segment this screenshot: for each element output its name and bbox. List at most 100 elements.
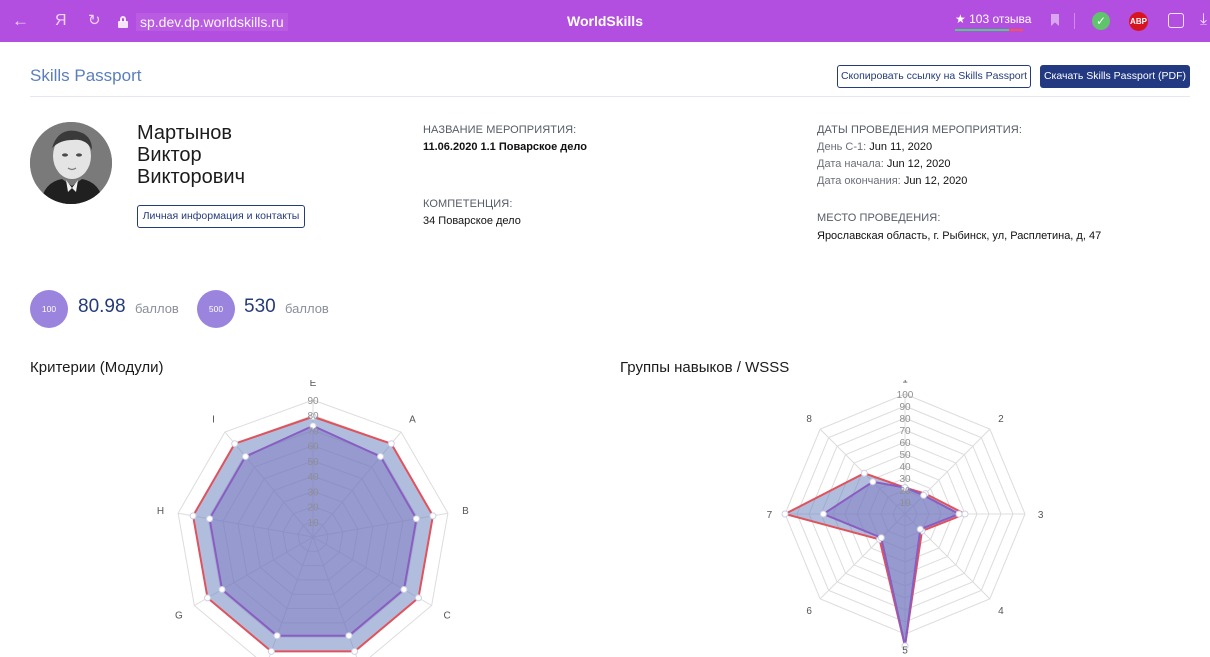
axis-category-label: 5 — [902, 646, 908, 657]
yandex-icon[interactable]: Я — [55, 12, 67, 30]
series-1-point — [961, 510, 969, 518]
series-1-point — [189, 512, 197, 520]
adblock-icon[interactable]: ABP — [1129, 12, 1148, 31]
score-value-500: 530 — [244, 296, 276, 317]
back-icon[interactable]: ← — [12, 12, 29, 30]
download-pdf-button[interactable]: Скачать Skills Passport (PDF) — [1040, 65, 1190, 88]
radial-tick-label: 80 — [307, 411, 319, 422]
axis-category-label: 6 — [806, 606, 812, 617]
radial-tick-label: 30 — [307, 487, 319, 498]
axis-category-label: E — [310, 380, 317, 389]
radial-tick-label: 90 — [899, 402, 911, 413]
axis-category-label: A — [409, 414, 416, 425]
person-first-name: Виктор — [137, 144, 202, 166]
avatar — [30, 122, 112, 204]
axis-category-label: C — [443, 610, 450, 621]
radial-tick-label: 40 — [307, 472, 319, 483]
series-1-point — [267, 647, 275, 655]
browser-toolbar: ← Я ↻ sp.dev.dp.worldskills.ru WorldSkil… — [0, 0, 1210, 42]
radial-tick-label: 10 — [307, 518, 319, 529]
reviews-badge[interactable]: ★ 103 отзыва — [955, 12, 1031, 26]
place-label: МЕСТО ПРОВЕДЕНИЯ: — [817, 212, 941, 224]
address-bar[interactable]: sp.dev.dp.worldskills.ru — [118, 13, 288, 31]
score-badge-100: 100 — [30, 290, 68, 328]
event-name-label: НАЗВАНИЕ МЕРОПРИЯТИЯ: — [423, 124, 577, 136]
series-2-point — [877, 534, 885, 542]
start-date-label: Дата начала: — [817, 158, 884, 170]
series-2-point — [345, 632, 353, 640]
series-1-point — [387, 440, 395, 448]
day-c1-label: День С-1: — [817, 141, 867, 153]
axis-category-label: 8 — [806, 414, 812, 425]
end-date-label: Дата окончания: — [817, 175, 901, 187]
skills-radar-chart: 102030405060708090100 1 2 3 4 5 6 7 8 — [767, 380, 1044, 657]
personal-info-button[interactable]: Личная информация и контакты — [137, 205, 305, 228]
series-1-point — [204, 594, 212, 602]
protect-check-icon[interactable]: ✓ — [1092, 12, 1110, 30]
radial-tick-label: 50 — [307, 457, 319, 468]
radial-tick-label: 50 — [899, 450, 911, 461]
radial-tick-label: 60 — [899, 438, 911, 449]
criteria-radar-chart: 102030405060708090EABCDFGHI — [157, 380, 469, 657]
axis-category-label: 1 — [902, 380, 908, 385]
series-2-area — [821, 480, 962, 647]
header-divider — [30, 96, 1190, 97]
axis-category-label: 2 — [998, 414, 1004, 425]
radial-tick-label: 10 — [899, 498, 911, 509]
gift-icon[interactable] — [1168, 13, 1184, 28]
copy-link-button[interactable]: Скопировать ссылку на Skills Passport — [837, 65, 1031, 88]
day-c1-value: Jun 11, 2020 — [869, 141, 933, 153]
axis-category-label: B — [462, 506, 469, 517]
series-2-point — [412, 515, 420, 523]
axis-category-label: G — [175, 610, 183, 621]
place-value: Ярославская область, г. Рыбинск, ул, Рас… — [817, 230, 1102, 242]
download-icon[interactable]: ⤓ — [1200, 11, 1207, 29]
start-date-row: Дата начала: Jun 12, 2020 — [817, 158, 951, 170]
radial-tick-label: 90 — [307, 396, 319, 407]
brand-title[interactable]: Skills Passport — [30, 66, 141, 86]
day-c1-row: День С-1: Jun 11, 2020 — [817, 141, 932, 153]
criteria-chart-title: Критерии (Модули) — [30, 359, 164, 376]
radial-tick-label: 20 — [899, 486, 911, 497]
score-value-100: 80.98 — [78, 296, 126, 317]
competence-label: КОМПЕТЕНЦИЯ: — [423, 198, 513, 210]
series-1-point — [429, 512, 437, 520]
series-2-point — [218, 586, 226, 594]
series-2-point — [241, 453, 249, 461]
axis-category-label: 4 — [998, 606, 1004, 617]
end-date-value: Jun 12, 2020 — [903, 175, 968, 187]
url-text[interactable]: sp.dev.dp.worldskills.ru — [136, 13, 288, 31]
reviews-rating-bar — [955, 29, 1023, 31]
lock-icon — [118, 16, 128, 28]
radial-tick-label: 70 — [307, 426, 319, 437]
series-2-point — [377, 453, 385, 461]
score-badge-500: 500 — [197, 290, 235, 328]
person-patronymic: Викторович — [137, 166, 246, 188]
series-1-point — [781, 510, 789, 518]
axis-category-label: H — [157, 506, 164, 517]
series-2-point — [920, 491, 928, 499]
toolbar-divider — [1074, 13, 1075, 29]
series-1-point — [860, 469, 868, 477]
axis-category-label: 3 — [1038, 510, 1044, 521]
series-2-point — [819, 510, 827, 518]
radial-tick-label: 40 — [899, 462, 911, 473]
end-date-row: Дата окончания: Jun 12, 2020 — [817, 175, 967, 187]
axis-category-label: 7 — [767, 510, 773, 521]
person-last-name: Мартынов — [137, 122, 233, 144]
radial-tick-label: 80 — [899, 414, 911, 425]
person-full-name: Мартынов Виктор Викторович — [137, 122, 245, 188]
event-dates-label: ДАТЫ ПРОВЕДЕНИЯ МЕРОПРИЯТИЯ: — [817, 124, 1022, 136]
series-2-point — [955, 510, 963, 518]
score-unit-500: баллов — [285, 301, 329, 316]
reload-icon[interactable]: ↻ — [88, 12, 101, 30]
start-date-value: Jun 12, 2020 — [886, 158, 951, 170]
series-1-point — [351, 647, 359, 655]
radial-tick-label: 100 — [897, 390, 914, 401]
axis-category-label: I — [212, 414, 215, 425]
bookmark-icon[interactable] — [1051, 14, 1059, 26]
series-2-point — [869, 478, 877, 486]
series-2-point — [273, 632, 281, 640]
radial-tick-label: 60 — [307, 442, 319, 453]
series-2-point — [206, 515, 214, 523]
